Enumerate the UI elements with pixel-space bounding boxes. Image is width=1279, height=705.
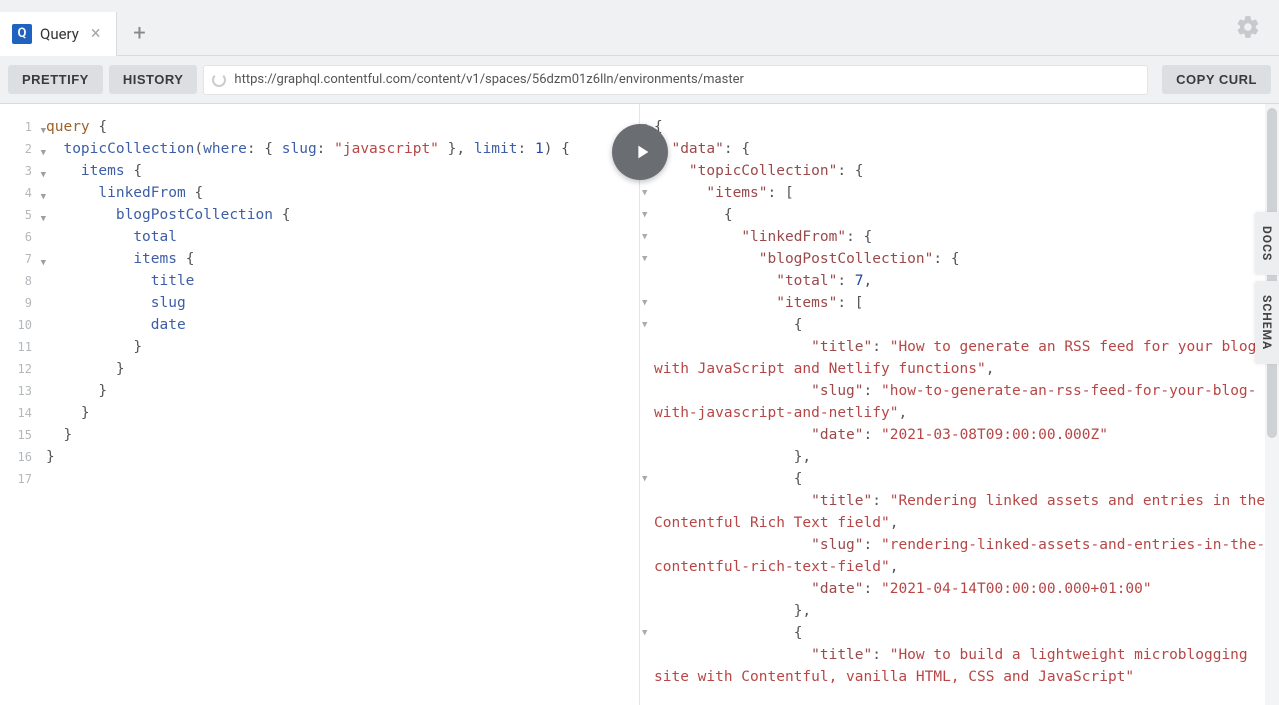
- tab-icon: Q: [12, 24, 32, 44]
- response-viewer[interactable]: ▼{ ▼ "data": { ▼ "topicCollection": { ▼ …: [640, 104, 1279, 705]
- prettify-button[interactable]: PRETTIFY: [8, 65, 103, 94]
- query-editor[interactable]: 1▼2▼3▼4▼5▼67▼891011121314151617 query { …: [0, 104, 640, 705]
- editor-panes: 1▼2▼3▼4▼5▼67▼891011121314151617 query { …: [0, 104, 1279, 705]
- history-button[interactable]: HISTORY: [109, 65, 198, 94]
- line-gutter: 1▼2▼3▼4▼5▼67▼891011121314151617: [0, 116, 36, 490]
- response-json: ▼{ ▼ "data": { ▼ "topicCollection": { ▼ …: [640, 104, 1279, 700]
- close-icon[interactable]: ×: [87, 23, 105, 44]
- loading-spinner-icon: [212, 73, 226, 87]
- scrollbar-track[interactable]: [1265, 104, 1279, 705]
- tabs-bar: Q Query × +: [0, 0, 1279, 56]
- schema-tab[interactable]: SCHEMA: [1255, 281, 1279, 364]
- query-code[interactable]: query { topicCollection(where: { slug: "…: [0, 104, 639, 480]
- url-text: https://graphql.contentful.com/content/v…: [234, 72, 743, 87]
- tab-title: Query: [40, 25, 79, 43]
- copy-curl-button[interactable]: COPY CURL: [1162, 65, 1271, 94]
- docs-tab[interactable]: DOCS: [1255, 212, 1279, 275]
- run-query-button[interactable]: [612, 124, 668, 180]
- url-input-box[interactable]: https://graphql.contentful.com/content/v…: [203, 65, 1148, 95]
- add-tab-button[interactable]: +: [117, 12, 161, 56]
- toolbar: PRETTIFY HISTORY https://graphql.content…: [0, 56, 1279, 104]
- side-tabs: DOCS SCHEMA: [1255, 212, 1279, 370]
- tab-query[interactable]: Q Query ×: [0, 12, 117, 56]
- gear-icon[interactable]: [1235, 14, 1261, 44]
- play-icon: [631, 141, 653, 163]
